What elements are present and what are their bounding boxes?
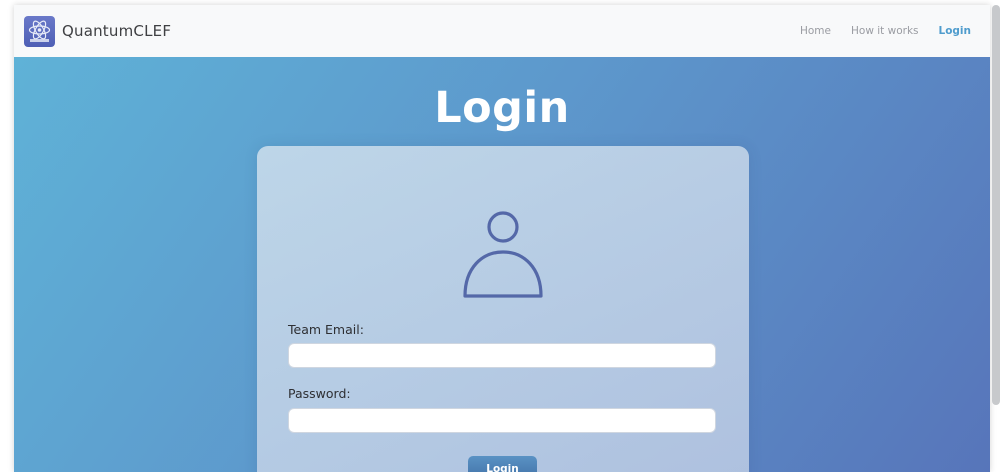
nav-link-home[interactable]: Home [800, 25, 831, 37]
nav-link-login[interactable]: Login [939, 25, 972, 37]
password-field[interactable] [288, 408, 716, 433]
password-label: Password: [288, 386, 351, 401]
login-card: Team Email: Password: Login [257, 146, 749, 472]
atom-logo-icon [24, 15, 55, 47]
browser-viewport: QuantumCLEF Home How it works Login Logi… [14, 5, 990, 472]
email-label: Team Email: [288, 322, 364, 337]
email-field[interactable] [288, 343, 716, 368]
login-button[interactable]: Login [468, 456, 537, 472]
nav-links: Home How it works Login [780, 5, 971, 57]
navbar: QuantumCLEF Home How it works Login [14, 5, 990, 58]
hero-section: Login Team Email: Password: Login [14, 57, 990, 472]
brand-name: QuantumCLEF [62, 22, 172, 40]
brand[interactable]: QuantumCLEF [24, 15, 172, 47]
scrollbar[interactable] [992, 5, 1000, 405]
user-icon [463, 211, 543, 298]
nav-link-how-it-works[interactable]: How it works [851, 25, 919, 37]
page-title: Login [434, 83, 570, 133]
